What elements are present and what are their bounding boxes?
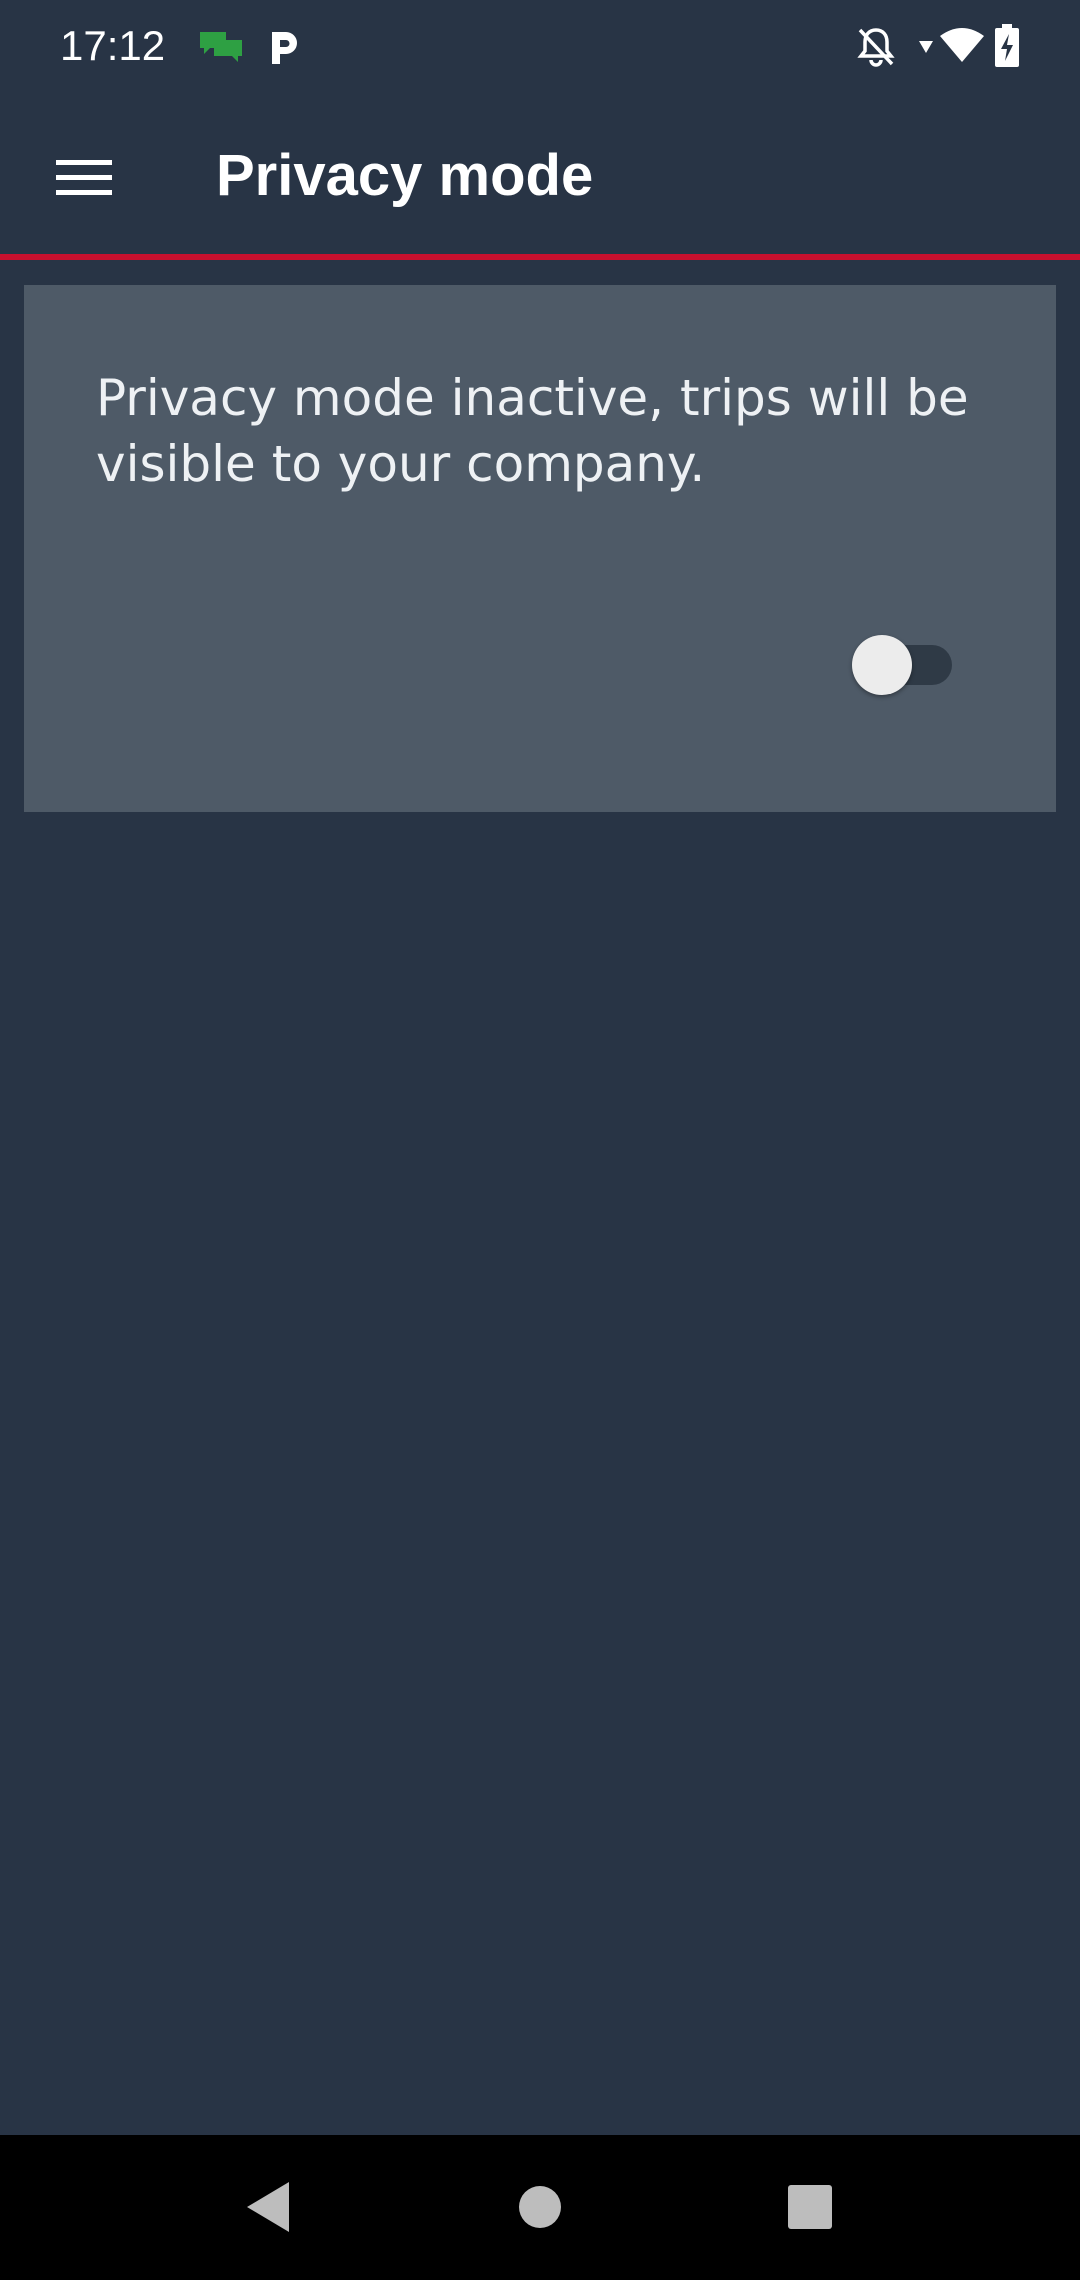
home-button[interactable] [492,2161,588,2257]
recents-button[interactable] [762,2161,858,2257]
accent-divider [0,254,1080,260]
notifications-off-icon [856,26,896,73]
privacy-status-message: Privacy mode inactive, trips will be vis… [96,369,969,493]
recents-icon [787,2184,833,2235]
home-icon [518,2185,562,2234]
system-nav-bar [0,2135,1080,2280]
status-bar: 17:12 [0,0,1080,96]
menu-button[interactable] [36,140,132,220]
back-icon [243,2180,293,2239]
parking-app-icon [268,28,302,73]
page-title: Privacy mode [216,143,594,208]
wifi-icon [938,26,986,69]
battery-charging-icon [994,24,1020,73]
signal-indicator-icon [918,40,934,59]
privacy-mode-card: Privacy mode inactive, trips will be vis… [24,285,1056,812]
hamburger-menu-icon [56,158,112,203]
back-button[interactable] [220,2161,316,2257]
status-time: 17:12 [60,22,166,69]
messages-icon [198,30,244,69]
privacy-mode-toggle[interactable] [852,633,956,697]
app-bar: Privacy mode [0,96,1080,256]
toggle-thumb [852,635,912,695]
